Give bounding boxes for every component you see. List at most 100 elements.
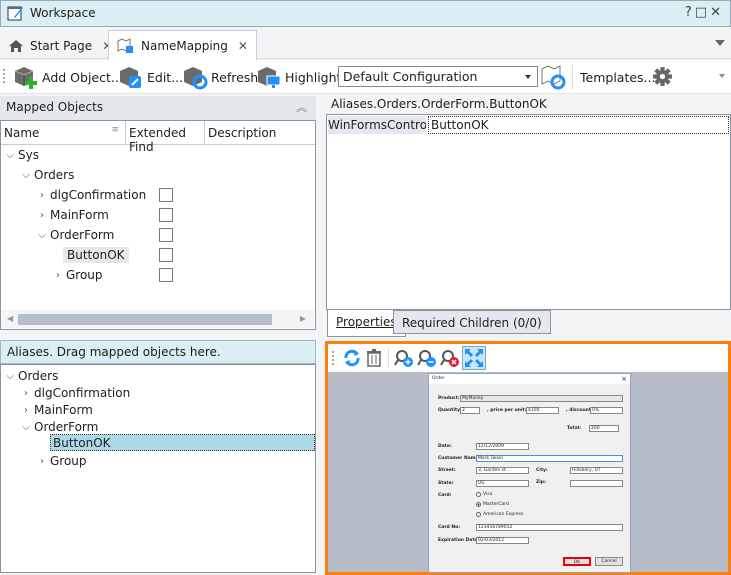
- column-header-description[interactable]: Description: [205, 121, 315, 145]
- state-label: State:: [438, 481, 453, 486]
- extended-find-checkbox[interactable]: [159, 208, 173, 222]
- maximize-button[interactable]: □: [695, 5, 710, 20]
- tree-item-sys[interactable]: ⌵Sys: [5, 145, 39, 165]
- properties-grid: [326, 114, 731, 310]
- chevron-down-icon[interactable]: ⌵: [37, 230, 47, 241]
- aliases-header: Aliases. Drag mapped objects here.: [0, 340, 316, 364]
- scroll-right-icon[interactable]: ▶: [300, 314, 306, 323]
- tab-label: Start Page: [30, 39, 92, 53]
- zoom-reset-icon[interactable]: [440, 348, 460, 368]
- update-namemapping-icon[interactable]: [540, 63, 568, 91]
- tree-item-orders[interactable]: ⌵Orders: [21, 165, 74, 185]
- chevron-right-icon[interactable]: ›: [37, 190, 47, 201]
- dialog-title-bar: Order×: [429, 374, 630, 384]
- property-value[interactable]: ButtonOK: [428, 116, 729, 134]
- zoom-in-icon[interactable]: [394, 348, 414, 368]
- product-label: Product:: [438, 396, 460, 401]
- column-header-extended-find[interactable]: Extended Find: [126, 121, 205, 145]
- selected-alias-path: Aliases.Orders.OrderForm.ButtonOK: [331, 97, 547, 111]
- tree-item-orderform[interactable]: ⌵OrderForm: [37, 225, 114, 245]
- edit-button[interactable]: Edit...: [117, 64, 183, 90]
- fit-to-window-button[interactable]: [462, 346, 486, 370]
- street-label: Street:: [438, 468, 456, 473]
- chevron-right-icon[interactable]: ›: [21, 405, 31, 416]
- chevron-down-icon[interactable]: ⌵: [5, 150, 15, 161]
- zoom-out-icon[interactable]: [417, 348, 437, 368]
- city-field: Hillsbery, UT: [570, 467, 623, 474]
- scrollbar-thumb[interactable]: [18, 314, 272, 325]
- radio-mastercard: MasterCard: [476, 502, 509, 507]
- toolbar-separator: [572, 64, 573, 90]
- radio-american-express: American Express: [476, 512, 523, 517]
- chevron-down-icon[interactable]: ⌵: [21, 422, 31, 433]
- close-tab-icon[interactable]: ✕: [238, 39, 248, 53]
- horizontal-scrollbar[interactable]: ◀ ▶: [1, 310, 314, 328]
- zip-label: Zip:: [536, 480, 546, 485]
- extended-find-checkbox[interactable]: [159, 188, 173, 202]
- highlight-label: Highlight: [285, 70, 341, 85]
- tree-item-group[interactable]: ›Group: [53, 265, 103, 285]
- date-field: 12/12/2009: [476, 443, 529, 450]
- close-button[interactable]: ✕: [710, 5, 724, 20]
- tree-item-mainform[interactable]: ›MainForm: [37, 205, 109, 225]
- street-field: 3, Garden st.: [476, 467, 529, 474]
- tab-start-page[interactable]: Start Page ✕: [0, 33, 120, 59]
- refresh-icon[interactable]: [342, 348, 362, 368]
- templates-button[interactable]: Templates...: [580, 64, 655, 90]
- visualizer-toolbar: [328, 344, 728, 372]
- tab-required-children[interactable]: Required Children (0/0): [393, 310, 551, 334]
- order-dialog-snapshot[interactable]: Order× Product: MyMoney Quantity: 2 , pr…: [428, 373, 631, 573]
- price-field: $100: [526, 407, 559, 414]
- add-object-label: Add Object...: [42, 70, 123, 85]
- city-label: City:: [536, 468, 548, 473]
- toolbar-overflow-icon[interactable]: [719, 74, 725, 78]
- chevron-right-icon[interactable]: ›: [53, 270, 63, 281]
- chevron-right-icon[interactable]: ›: [21, 388, 31, 399]
- alias-item-group[interactable]: ›Group: [37, 451, 87, 471]
- home-icon: [8, 39, 24, 53]
- mapped-objects-tree: Name ≡ Extended Find Description ⌵Sys ⌵O…: [0, 120, 316, 330]
- extended-find-checkbox[interactable]: [159, 268, 173, 282]
- window-controls[interactable]: ?□✕: [685, 5, 724, 20]
- chevron-right-icon[interactable]: ›: [37, 210, 47, 221]
- toolbar-grip[interactable]: [3, 69, 5, 85]
- chevron-down-icon[interactable]: ⌵: [21, 170, 31, 181]
- tab-label: NameMapping: [141, 39, 228, 53]
- toolbar-separator: [388, 348, 389, 368]
- alias-item-buttonok[interactable]: ButtonOK: [50, 434, 315, 451]
- chevron-right-icon[interactable]: ›: [37, 456, 47, 467]
- configuration-value: Default Configuration: [343, 69, 477, 84]
- refresh-label: Refresh: [211, 70, 258, 85]
- highlight-button[interactable]: Highlight: [255, 64, 341, 90]
- tab-list-dropdown[interactable]: [715, 40, 725, 46]
- column-header-name[interactable]: Name ≡: [1, 121, 126, 145]
- tree-item-buttonok[interactable]: ButtonOK: [63, 245, 129, 265]
- extended-find-checkbox[interactable]: [159, 228, 173, 242]
- delete-icon[interactable]: [364, 348, 384, 368]
- discount-label: , discount:: [566, 408, 593, 413]
- state-field: US: [476, 480, 529, 487]
- workspace-icon: [7, 5, 24, 21]
- templates-label: Templates...: [580, 70, 655, 85]
- cancel-button: Cancel: [595, 557, 623, 566]
- property-row[interactable]: WinFormsContro ButtonOK: [328, 116, 729, 134]
- customer-field: Mark Twain: [476, 455, 623, 462]
- radio-visa: Visa: [476, 492, 492, 497]
- refresh-button[interactable]: Refresh: [181, 64, 258, 90]
- tab-namemapping[interactable]: NameMapping ✕: [108, 30, 257, 60]
- mapped-objects-title: Mapped Objects: [6, 100, 103, 114]
- help-button[interactable]: ?: [685, 5, 695, 20]
- add-object-button[interactable]: Add Object...: [12, 64, 123, 90]
- tree-item-dlgconfirmation[interactable]: ›dlgConfirmation: [37, 185, 146, 205]
- quantity-field: 2: [460, 407, 480, 414]
- configuration-select[interactable]: Default Configuration: [338, 66, 538, 87]
- date-label: Date:: [438, 444, 452, 449]
- scroll-left-icon[interactable]: ◀: [7, 314, 13, 323]
- toolbar-grip[interactable]: [332, 351, 334, 365]
- window-title: Workspace: [30, 6, 96, 20]
- settings-gear-icon[interactable]: [652, 66, 673, 87]
- collapse-panel-icon[interactable]: ︽: [296, 99, 307, 115]
- document-tabs: Start Page ✕ NameMapping ✕: [0, 27, 731, 59]
- chevron-down-icon[interactable]: ⌵: [5, 371, 15, 382]
- extended-find-checkbox[interactable]: [159, 248, 173, 262]
